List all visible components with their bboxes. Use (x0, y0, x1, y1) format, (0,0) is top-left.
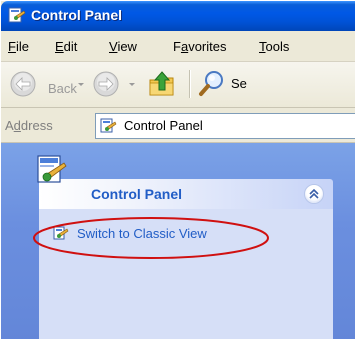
back-dropdown-arrow-icon[interactable] (78, 83, 84, 86)
back-arrow-icon (10, 71, 36, 97)
control-panel-icon (100, 118, 117, 133)
menu-edit[interactable]: Edit (55, 39, 77, 54)
control-panel-section-header[interactable]: Control Panel (39, 179, 333, 209)
back-button[interactable]: Back (6, 67, 77, 101)
menu-tools[interactable]: Tools (259, 39, 289, 54)
forward-button[interactable] (91, 67, 125, 101)
window-title: Control Panel (31, 7, 123, 23)
menu-favorites[interactable]: Favorites (173, 39, 226, 54)
search-label: Se (231, 76, 247, 91)
title-bar[interactable]: Control Panel (1, 1, 355, 31)
search-magnifier-icon (199, 71, 223, 96)
forward-arrow-icon (93, 71, 119, 97)
section-title: Control Panel (91, 186, 183, 202)
search-button[interactable]: Se (197, 68, 355, 100)
annotation-ellipse (33, 217, 269, 259)
menu-bar: File Edit View Favorites Tools (1, 31, 355, 62)
control-panel-icon (8, 7, 26, 23)
double-chevron-up-icon (309, 188, 319, 199)
menu-file[interactable]: File (8, 39, 29, 54)
address-label: Address (5, 118, 53, 133)
up-folder-icon (149, 71, 174, 96)
forward-dropdown-arrow-icon[interactable] (129, 83, 135, 86)
address-value: Control Panel (124, 118, 203, 133)
collapse-button[interactable] (304, 184, 324, 204)
control-panel-icon (37, 155, 67, 183)
address-input[interactable]: Control Panel (95, 113, 355, 139)
address-bar: Address Control Panel (1, 108, 355, 143)
explorer-window: Control Panel File Edit View Favorites T… (1, 1, 355, 339)
back-label: Back (48, 81, 77, 96)
up-button[interactable] (147, 68, 179, 100)
standard-toolbar: Back Se (1, 62, 355, 108)
toolbar-separator (189, 70, 191, 98)
menu-view[interactable]: View (109, 39, 137, 54)
